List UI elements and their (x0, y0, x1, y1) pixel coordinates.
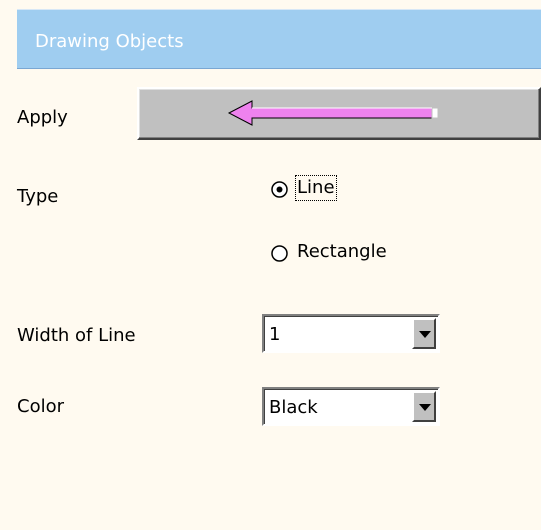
type-label: Type (17, 186, 59, 207)
chevron-down-icon (419, 331, 431, 338)
radio-rectangle-label[interactable]: Rectangle (297, 241, 387, 263)
apply-arrow-button[interactable] (137, 87, 541, 140)
chevron-down-icon (419, 404, 431, 411)
color-dropdown-button[interactable] (412, 391, 436, 422)
radio-rectangle-icon[interactable] (271, 245, 288, 262)
left-arrow-icon (227, 100, 439, 126)
panel-title-bar: Drawing Objects (17, 9, 541, 69)
color-value: Black (269, 397, 318, 418)
radio-line-selected-icon[interactable] (271, 181, 288, 198)
width-of-line-label: Width of Line (17, 325, 136, 346)
color-label: Color (17, 396, 64, 417)
apply-label: Apply (17, 107, 68, 128)
width-of-line-select[interactable]: 1 (262, 314, 440, 353)
drawing-objects-panel: Drawing Objects Apply Type Line Rectangl… (0, 0, 541, 530)
panel-title: Drawing Objects (35, 31, 184, 52)
radio-line-label[interactable]: Line (295, 175, 337, 201)
width-of-line-value: 1 (269, 324, 281, 345)
width-of-line-dropdown-button[interactable] (412, 318, 436, 349)
color-select[interactable]: Black (262, 387, 440, 426)
